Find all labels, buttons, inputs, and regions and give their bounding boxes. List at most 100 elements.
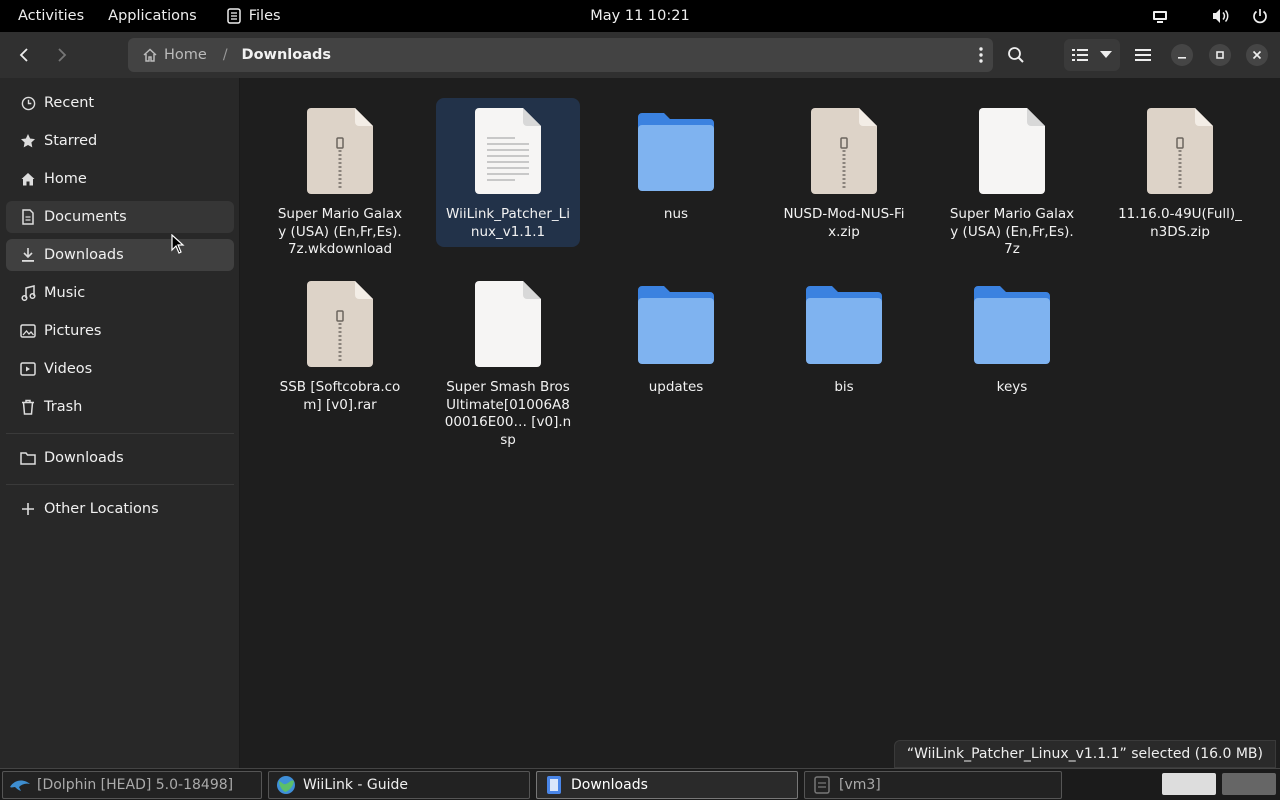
workspace-2[interactable] — [1222, 773, 1276, 795]
task-browser[interactable]: WiiLink - Guide — [268, 771, 530, 799]
path-bar[interactable]: Home / Downloads — [128, 38, 993, 72]
sidebar-item-downloads[interactable]: Downloads — [6, 239, 234, 271]
file-name: 11.16.0-49U(Full)_n3DS.zip — [1118, 206, 1242, 240]
breadcrumb-downloads[interactable]: Downloads — [242, 47, 331, 63]
file-item[interactable]: Super Smash Bros Ultimate[01006A800016E0… — [436, 271, 580, 455]
folder-icon — [628, 108, 724, 194]
sidebar-item-videos[interactable]: Videos — [6, 353, 234, 385]
clock-icon — [20, 95, 36, 111]
maximize-icon — [1216, 51, 1224, 59]
folder-icon — [964, 281, 1060, 367]
file-item-selected[interactable]: WiiLink_Patcher_Linux_v1.1.1 — [436, 98, 580, 247]
maximize-button[interactable] — [1209, 44, 1231, 66]
dolphin-icon — [9, 774, 31, 796]
sidebar-item-starred[interactable]: Starred — [6, 125, 234, 157]
applications-menu[interactable]: Applications — [98, 0, 207, 32]
file-item[interactable]: SSB [Softcobra.com] [v0].rar — [268, 271, 412, 420]
sidebar-item-other-locations[interactable]: Other Locations — [6, 493, 234, 525]
search-button[interactable] — [1000, 39, 1032, 71]
task-vm3[interactable]: [vm3] — [804, 771, 1062, 799]
close-button[interactable] — [1246, 44, 1268, 66]
file-item[interactable]: Super Mario Galaxy (USA) (En,Fr,Es).7z — [940, 98, 1084, 265]
archive-icon — [796, 108, 892, 194]
task-label: [Dolphin [HEAD] 5.0-18498] — [37, 777, 234, 793]
file-item[interactable]: 11.16.0-49U(Full)_n3DS.zip — [1108, 98, 1252, 247]
file-name: SSB [Softcobra.com] [v0].rar — [279, 379, 401, 413]
file-name: Super Smash Bros Ultimate[01006A800016E0… — [444, 379, 572, 448]
hamburger-icon — [1135, 49, 1151, 61]
browser-icon — [275, 774, 297, 796]
view-options-button[interactable] — [1064, 39, 1120, 71]
file-grid: Super Mario Galaxy (USA) (En,Fr,Es).7z.w… — [171, 78, 1280, 768]
folder-item[interactable]: updates — [604, 271, 748, 403]
sidebar-item-pictures[interactable]: Pictures — [6, 315, 234, 347]
home-icon — [143, 48, 157, 62]
kebab-menu-icon — [979, 47, 983, 63]
blank-file-icon — [460, 281, 556, 367]
star-icon — [20, 133, 36, 149]
breadcrumb-current-label: Downloads — [241, 47, 331, 63]
system-tray — [1152, 0, 1268, 32]
path-menu-button[interactable] — [979, 47, 983, 67]
sidebar-item-music[interactable]: Music — [6, 277, 234, 309]
breadcrumb-home[interactable]: Home — [142, 47, 207, 63]
app-menu-files[interactable]: Files — [207, 0, 291, 32]
chevron-right-icon — [58, 48, 67, 62]
task-files-downloads[interactable]: Downloads — [536, 771, 798, 799]
sidebar-item-documents[interactable]: Documents — [6, 201, 234, 233]
file-item[interactable]: NUSD-Mod-NUS-Fix.zip — [772, 98, 916, 247]
breadcrumb-home-label: Home — [164, 47, 207, 63]
archive-icon — [1132, 108, 1228, 194]
sidebar-bookmark-downloads[interactable]: Downloads — [6, 442, 234, 474]
trash-icon — [20, 399, 36, 415]
file-name: NUSD-Mod-NUS-Fix.zip — [783, 206, 905, 240]
sidebar-item-label: Videos — [44, 361, 93, 377]
clock[interactable]: May 11 10:21 — [590, 8, 689, 24]
folder-item[interactable]: bis — [772, 271, 916, 403]
task-dolphin[interactable]: [Dolphin [HEAD] 5.0-18498] — [2, 771, 262, 799]
minimize-button[interactable] — [1171, 44, 1193, 66]
activities-button[interactable]: Activities — [0, 0, 98, 32]
text-file-icon — [460, 108, 556, 194]
display-icon[interactable] — [1152, 8, 1168, 24]
chevron-left-icon — [19, 48, 28, 62]
sidebar-item-label: Pictures — [44, 323, 102, 339]
sidebar-item-label: Home — [44, 171, 87, 187]
sidebar-item-label: Documents — [44, 209, 127, 225]
search-icon — [1008, 47, 1024, 63]
workspace-1[interactable] — [1162, 773, 1216, 795]
file-name: nus — [663, 206, 689, 222]
sidebar-item-trash[interactable]: Trash — [6, 391, 234, 423]
vm-icon — [811, 774, 833, 796]
task-label: [vm3] — [839, 777, 881, 793]
folder-icon — [796, 281, 892, 367]
main-menu-button[interactable] — [1127, 39, 1159, 71]
folder-item[interactable]: keys — [940, 271, 1084, 403]
mouse-pointer-icon — [171, 234, 185, 254]
sidebar-item-home[interactable]: Home — [6, 163, 234, 195]
file-item[interactable]: Super Mario Galaxy (USA) (En,Fr,Es).7z.w… — [268, 98, 412, 265]
sidebar-item-label: Music — [44, 285, 86, 301]
video-icon — [20, 361, 36, 377]
archive-icon — [292, 281, 388, 367]
back-button[interactable] — [8, 39, 40, 71]
task-label: WiiLink - Guide — [303, 777, 409, 793]
sidebar-item-recent[interactable]: Recent — [6, 87, 234, 119]
chevron-down-icon — [1100, 51, 1112, 58]
file-name: updates — [648, 379, 704, 395]
close-icon — [1252, 50, 1262, 60]
sidebar-separator — [6, 484, 234, 485]
forward-button[interactable] — [46, 39, 78, 71]
folder-item[interactable]: nus — [604, 98, 748, 230]
selection-status: “WiiLink_Patcher_Linux_v1.1.1” selected … — [893, 740, 1276, 768]
volume-icon[interactable] — [1212, 8, 1230, 24]
blank-file-icon — [964, 108, 1060, 194]
sidebar-item-label: Downloads — [44, 450, 124, 466]
file-name: WiiLink_Patcher_Linux_v1.1.1 — [446, 206, 570, 240]
sidebar: Recent Starred Home Documents Downloads … — [0, 78, 240, 768]
minimize-icon — [1178, 57, 1186, 59]
power-icon[interactable] — [1252, 8, 1268, 24]
sidebar-item-label: Starred — [44, 133, 98, 149]
picture-icon — [20, 323, 36, 339]
archive-icon — [292, 108, 388, 194]
